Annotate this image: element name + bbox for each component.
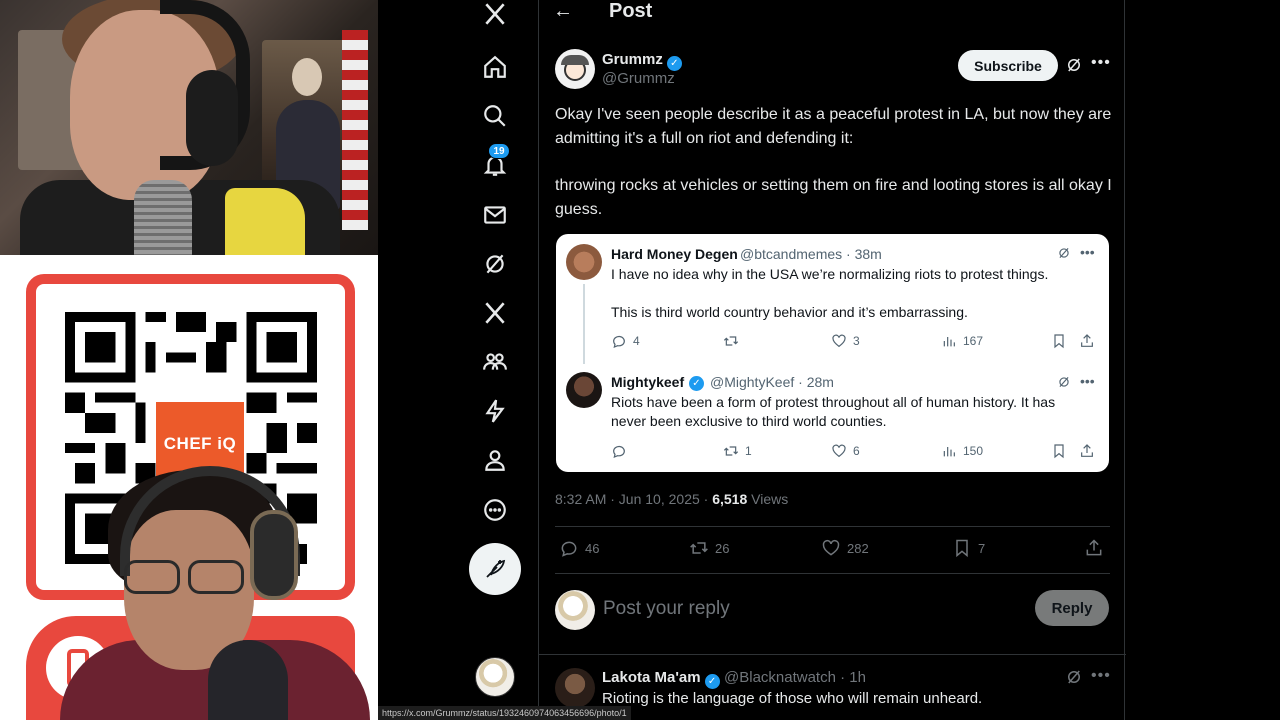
share-icon [1079, 333, 1095, 349]
notifications-bell-icon[interactable]: 19 [470, 143, 520, 185]
notification-count-badge: 19 [488, 143, 510, 159]
author-avatar[interactable] [555, 49, 595, 89]
verified-badge-icon: ✓ [689, 376, 704, 391]
quote-author-meta: @btcandmemes · 38m [740, 246, 882, 262]
divider [555, 526, 1110, 527]
us-flag [342, 30, 368, 230]
post-action-bar: 46 26 282 7 [555, 538, 1110, 562]
x-sidebar-nav: 19 [470, 0, 520, 720]
grok-icon[interactable] [1065, 56, 1083, 74]
microphone-icon [134, 180, 192, 255]
bookmark-icon [1051, 333, 1067, 349]
divider [555, 573, 1110, 574]
reply-submit-button[interactable]: Reply [1035, 590, 1109, 626]
reply-author-avatar[interactable] [555, 668, 595, 708]
grok-icon[interactable] [1065, 668, 1083, 686]
quote-author-meta: @MightyKeef · 28m [710, 374, 834, 390]
post-text-paragraph: throwing rocks at vehicles or setting th… [555, 177, 1112, 218]
views-chart-icon: 150 [941, 443, 983, 459]
heart-icon: 6 [831, 443, 860, 459]
reply-icon [561, 541, 577, 557]
quote-text: Riots have been a form of protest throug… [611, 394, 1056, 429]
back-arrow-icon[interactable]: ← [553, 0, 579, 26]
share-icon [1079, 443, 1095, 459]
quote-author-name: Hard Money Degen [611, 246, 738, 262]
reply-input[interactable] [603, 594, 1023, 624]
verified-badge-icon: ✓ [704, 674, 720, 689]
post-body: Okay I've seen people describe it as a p… [555, 103, 1115, 245]
repost-icon [723, 333, 745, 349]
grok-icon[interactable] [470, 244, 520, 284]
glasses-icon [118, 560, 268, 596]
grok-icon [1059, 247, 1069, 259]
quote-author-name: Mightykeef [611, 374, 685, 390]
browser-status-url: https://x.com/Grummz/status/193246097406… [378, 706, 631, 720]
quote-text: This is third world country behavior and… [611, 304, 968, 320]
reply-text: Rioting is the language of those who wil… [602, 690, 983, 707]
author-name[interactable]: Grummz ✓ [602, 51, 682, 71]
views-chart-icon: 167 [941, 333, 983, 349]
reply-icon [611, 443, 633, 459]
quote-actions: 4 3 167 [611, 333, 1101, 353]
reply-icon: 4 [611, 333, 640, 349]
grok-icon [1059, 376, 1069, 388]
reply-button[interactable]: 46 [559, 538, 599, 558]
communities-icon[interactable] [470, 342, 520, 382]
more-dots-icon[interactable]: ••• [1091, 54, 1111, 72]
post-header: ← Post [539, 0, 1124, 28]
webcam-streamer-two [60, 466, 370, 720]
account-avatar[interactable] [475, 657, 515, 697]
quote-actions: 1 6 150 [611, 443, 1101, 463]
divider [539, 654, 1126, 655]
bookmark-icon [1051, 443, 1067, 459]
more-dots-icon: ••• [1080, 373, 1095, 389]
reply-author-name[interactable]: Lakota Ma'am ✓ [602, 669, 720, 689]
reply-user-avatar [555, 590, 595, 630]
bookmark-button[interactable]: 7 [952, 538, 985, 558]
embedded-thread-image[interactable]: Hard Money Degen @btcandmemes · 38m ••• … [556, 234, 1109, 472]
repost-button[interactable]: 26 [689, 538, 729, 558]
profile-person-icon[interactable] [470, 440, 520, 480]
premium-x-icon[interactable] [470, 293, 520, 333]
post-timestamp[interactable]: 8:32 AM · Jun 10, 2025 · 6,518 Views [555, 491, 788, 507]
lightning-bolt-icon[interactable] [470, 391, 520, 431]
share-icon [1086, 539, 1102, 556]
thread-connector-line [583, 284, 585, 364]
subscribe-button[interactable]: Subscribe [958, 50, 1058, 81]
share-button[interactable] [1084, 538, 1104, 558]
home-icon[interactable] [470, 47, 520, 87]
repost-icon: 1 [723, 443, 752, 459]
microphone-icon [208, 640, 288, 720]
heart-icon: 3 [831, 333, 860, 349]
quote-author-avatar [566, 372, 602, 408]
stream-overlay: CHEF iQ [0, 0, 378, 720]
more-dots-icon: ••• [1080, 244, 1095, 260]
compose-post-button[interactable] [469, 543, 521, 595]
x-logo-icon[interactable] [470, 0, 520, 34]
search-icon[interactable] [470, 96, 520, 136]
views-count: 6,518 [712, 491, 748, 507]
verified-badge-icon: ✓ [666, 56, 682, 71]
messages-envelope-icon[interactable] [470, 195, 520, 235]
bookmark-icon [956, 539, 968, 558]
repost-icon [690, 542, 708, 554]
author-handle[interactable]: @Grummz [602, 70, 675, 87]
heart-icon [822, 539, 840, 556]
post-detail-column: ← Post Grummz ✓ @Grummz Subscribe ••• Oka… [538, 0, 1126, 720]
webcam-streamer-one [0, 0, 378, 255]
like-button[interactable]: 282 [821, 538, 869, 558]
post-text-paragraph: Okay I've seen people describe it as a p… [555, 106, 1112, 147]
more-options-circle-icon[interactable] [470, 490, 520, 530]
page-title: Post [609, 0, 653, 22]
quote-author-avatar [566, 244, 602, 280]
quote-text: I have no idea why in the USA we’re norm… [611, 266, 1049, 282]
reply-author-meta: @Blacknatwatch · 1h [724, 669, 866, 686]
more-dots-icon[interactable]: ••• [1091, 667, 1111, 685]
feather-quill-icon [486, 559, 506, 578]
